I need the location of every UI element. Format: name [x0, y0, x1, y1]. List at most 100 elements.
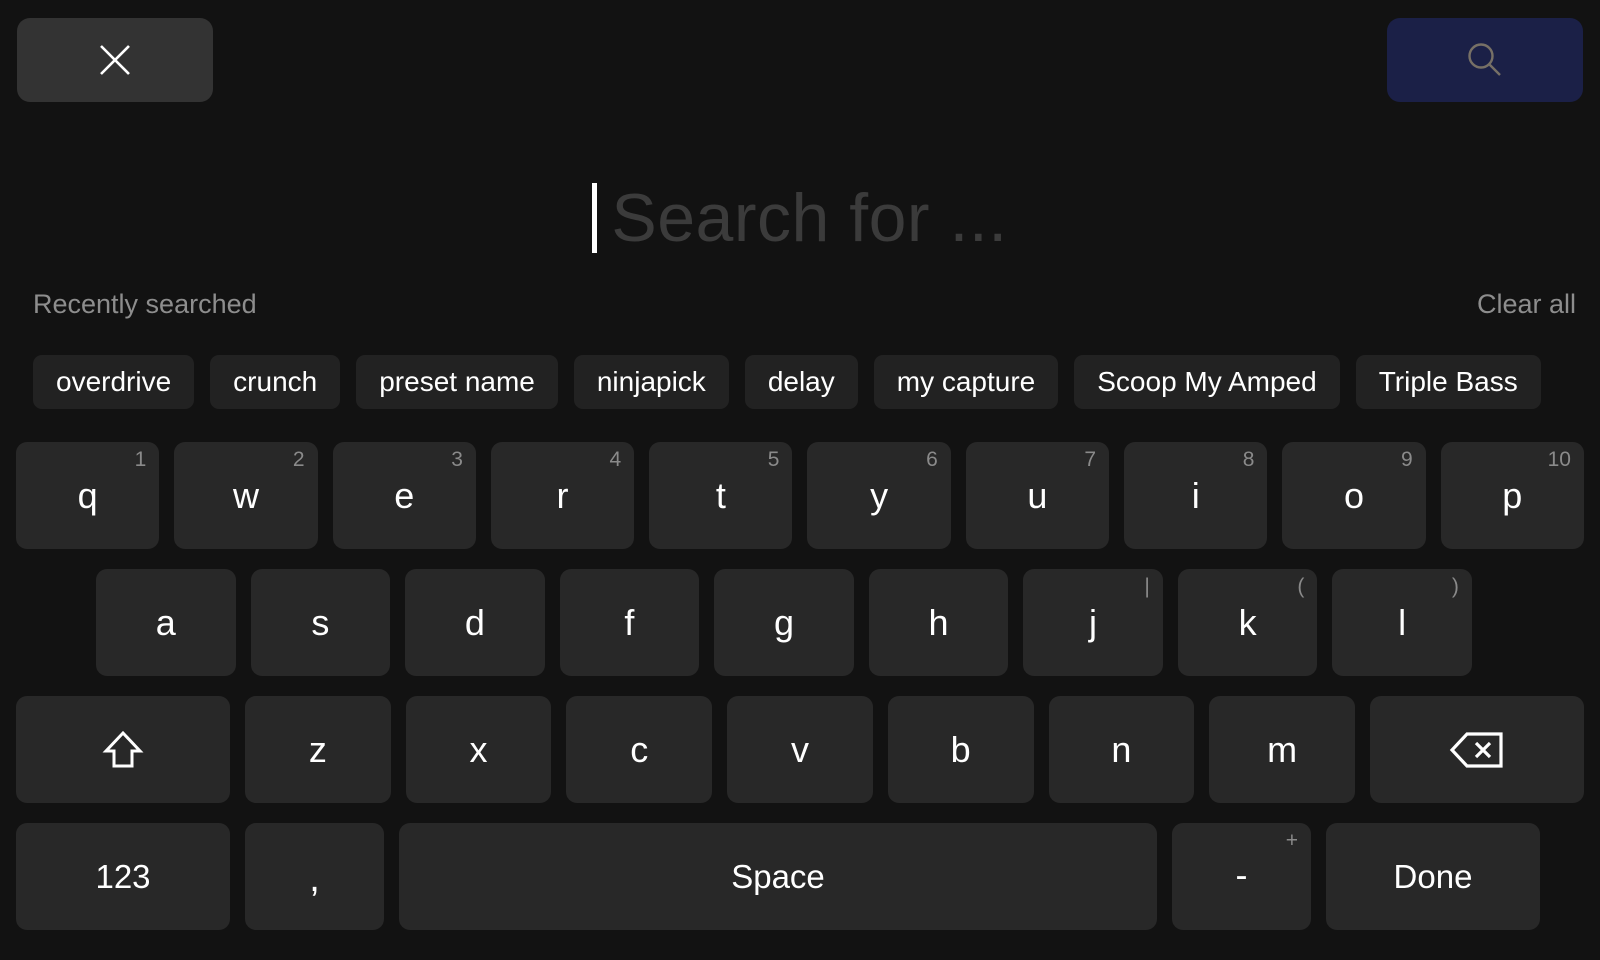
keyboard-row-1: q 1 w 2 e 3 r 4 t 5 y 6 u 7 i 8 o 9 p 10 — [0, 442, 1600, 549]
keyboard-spacer — [318, 442, 333, 443]
key-label: s — [311, 601, 330, 643]
search-submit-button[interactable] — [1387, 18, 1583, 102]
key-label: a — [155, 601, 176, 643]
key-d[interactable]: d — [405, 569, 545, 676]
key-label: k — [1238, 601, 1257, 643]
key-shift[interactable] — [16, 696, 230, 803]
key-v[interactable]: v — [727, 696, 873, 803]
key-y[interactable]: y6 — [807, 442, 951, 549]
key-i[interactable]: i8 — [1124, 442, 1268, 549]
key-label: b — [950, 728, 971, 770]
key-space[interactable]: Space — [399, 823, 1157, 930]
keyboard-spacer — [0, 569, 96, 570]
key-label: n — [1111, 728, 1132, 770]
key-m[interactable]: m — [1209, 696, 1355, 803]
key-label: e — [394, 474, 415, 516]
keyboard-spacer — [1194, 696, 1209, 697]
key-label: d — [464, 601, 485, 643]
keyboard-spacer — [854, 569, 869, 570]
keyboard-spacer — [1355, 696, 1370, 697]
keyboard-spacer — [1426, 442, 1441, 443]
key-n[interactable]: n — [1048, 696, 1195, 803]
key-label: p — [1502, 474, 1523, 516]
keyboard-spacer — [699, 569, 714, 570]
key-label: i — [1191, 474, 1200, 516]
key-label: f — [624, 601, 635, 643]
keyboard-spacer — [391, 696, 406, 697]
key-c[interactable]: c — [566, 696, 713, 803]
key-label: z — [308, 728, 327, 770]
recent-search-chip[interactable]: delay — [744, 355, 858, 409]
keyboard-spacer — [1163, 569, 1178, 570]
recent-search-chip[interactable]: my capture — [873, 355, 1059, 409]
key-numbers[interactable]: 123 — [16, 823, 230, 930]
search-input[interactable]: Search for ... — [0, 168, 1600, 268]
key-a[interactable]: a — [96, 569, 236, 676]
key-u[interactable]: u7 — [965, 442, 1110, 549]
keyboard-spacer — [1008, 569, 1023, 570]
recent-search-chip[interactable]: overdrive — [33, 355, 195, 409]
key-secondary-label: 3 — [451, 448, 463, 471]
key-t[interactable]: t5 — [649, 442, 793, 549]
key-g[interactable]: g — [714, 569, 854, 676]
recent-search-chip-list: overdrive crunch preset name ninjapick delay… — [33, 355, 1600, 409]
keyboard-spacer — [0, 442, 16, 443]
key-label: c — [630, 728, 649, 770]
key-f[interactable]: f — [559, 569, 700, 676]
key-minus[interactable]: - + — [1172, 823, 1311, 930]
keyboard-spacer — [951, 442, 966, 443]
key-secondary-label: 7 — [1084, 448, 1097, 471]
keyboard-spacer — [634, 442, 649, 443]
key-label: 123 — [95, 858, 151, 895]
key-p[interactable]: p 10 — [1440, 442, 1584, 549]
key-w[interactable]: w2 — [174, 442, 318, 549]
key-b[interactable]: b — [887, 696, 1034, 803]
key-h[interactable]: h — [868, 569, 1009, 676]
key-secondary-label: 9 — [1400, 448, 1413, 471]
keyboard-spacer — [390, 569, 405, 570]
keyboard-spacer — [1317, 569, 1332, 570]
keyboard-row-2: a s d f g h j | k(l) — [0, 569, 1600, 676]
key-done[interactable]: Done — [1326, 823, 1540, 930]
keyboard-spacer — [384, 823, 399, 824]
key-label: Done — [1393, 858, 1473, 895]
key-label: w — [232, 474, 259, 516]
recent-search-chip[interactable]: preset name — [356, 355, 558, 409]
key-q[interactable]: q1 — [16, 442, 160, 549]
key-k[interactable]: k( — [1177, 569, 1318, 676]
key-o[interactable]: o9 — [1282, 442, 1426, 549]
key-x[interactable]: x — [405, 696, 552, 803]
on-screen-keyboard: q 1 w 2 e 3 r 4 t 5 y 6 u 7 i 8 o 9 p 10 a s d f g h j | k(l) zxcvb… — [0, 442, 1600, 960]
recent-search-chip[interactable]: crunch — [210, 355, 341, 409]
key-s[interactable]: s — [250, 569, 391, 676]
key-label: g — [773, 601, 794, 643]
clear-all-button[interactable]: Clear all — [1477, 286, 1576, 322]
search-placeholder-text: Search for ... — [611, 180, 1008, 256]
keyboard-spacer — [873, 696, 888, 697]
keyboard-spacer — [0, 823, 16, 824]
key-label: v — [790, 728, 809, 770]
keyboard-spacer — [792, 442, 807, 443]
key-z[interactable]: z — [245, 696, 391, 803]
key-l[interactable]: l) — [1332, 569, 1472, 676]
key-comma[interactable]: , — [245, 823, 384, 930]
keyboard-spacer — [551, 696, 566, 697]
key-label: o — [1344, 474, 1365, 516]
keyboard-spacer — [1157, 823, 1172, 824]
key-secondary-label: ) — [1451, 575, 1459, 598]
key-label: y — [870, 474, 889, 516]
key-e[interactable]: e3 — [332, 442, 476, 549]
search-keyboard-screen: Search for ... Recently searched Clear a… — [0, 0, 1600, 960]
key-j[interactable]: j | — [1023, 569, 1163, 676]
keyboard-row-4: 123, Space - + Done — [0, 823, 1600, 930]
close-button[interactable] — [17, 18, 213, 102]
keyboard-spacer — [1034, 696, 1049, 697]
recent-search-chip[interactable]: Triple Bass — [1355, 355, 1541, 409]
recent-search-chip[interactable]: ninjapick — [573, 355, 729, 409]
recent-search-chip[interactable]: Scoop My Amped — [1074, 355, 1340, 409]
key-label: - — [1235, 853, 1248, 895]
key-backspace[interactable] — [1369, 696, 1584, 803]
keyboard-spacer — [1311, 823, 1326, 824]
recently-searched-label: Recently searched — [33, 289, 257, 319]
key-r[interactable]: r4 — [490, 442, 635, 549]
